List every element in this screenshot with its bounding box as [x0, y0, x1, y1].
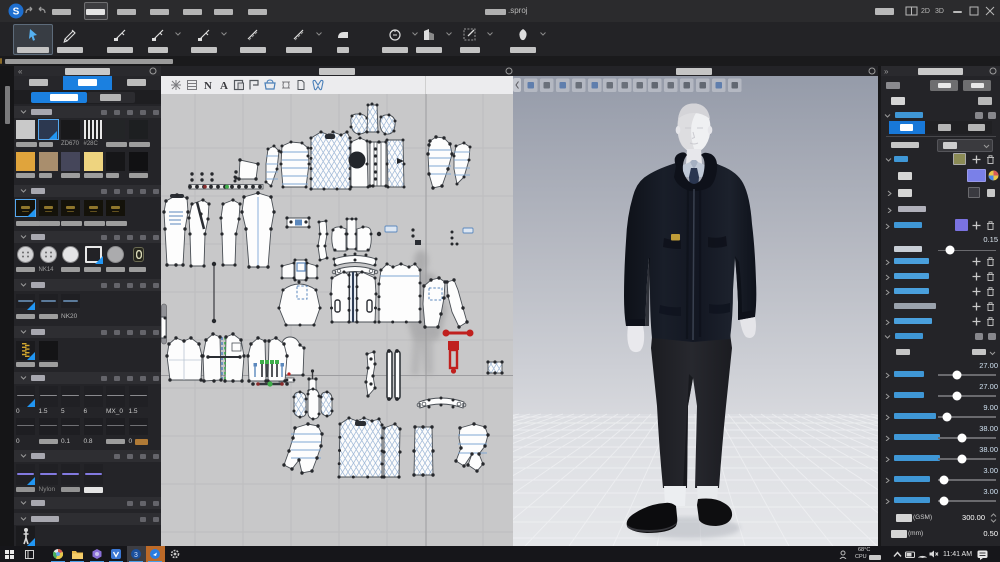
svg-text:S: S [13, 7, 20, 18]
svg-text:N: N [204, 80, 212, 92]
svg-text:3: 3 [134, 552, 138, 559]
svg-text:A: A [220, 80, 228, 92]
